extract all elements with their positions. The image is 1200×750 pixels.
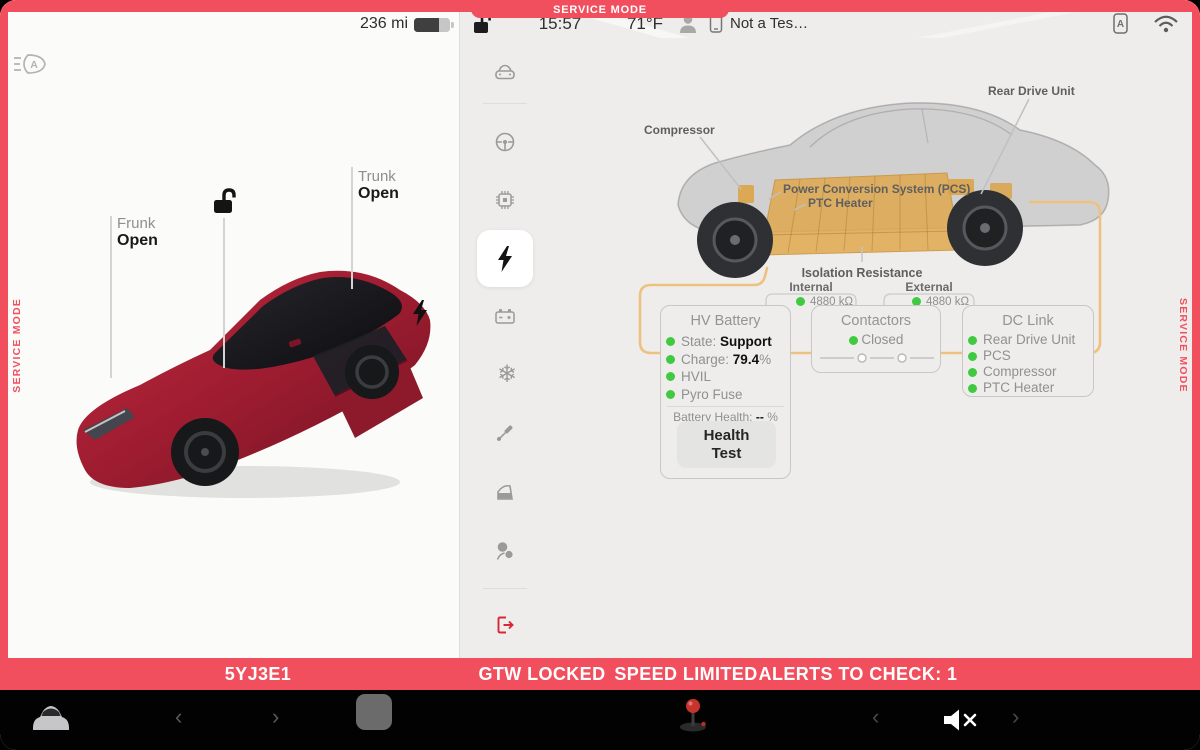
pyro-status-dot [666, 390, 675, 399]
contactor-schematic [818, 350, 936, 366]
vehicle-controls-icon[interactable] [28, 702, 74, 734]
service-mode-side-label: SERVICE MODE [1177, 298, 1189, 393]
vin-label: 5YJ3E1 [225, 658, 291, 690]
dc-link-row: Rear Drive Unit [963, 332, 1093, 348]
alert-gtw-locked: GTW LOCKED [479, 658, 606, 690]
frunk-label: Frunk [117, 215, 158, 232]
sidebar-divider [483, 103, 527, 104]
hv-pyro-row: Pyro Fuse [661, 386, 790, 404]
hv-hvil-row: HVIL [661, 368, 790, 386]
internal-status-dot [796, 297, 805, 306]
sidebar-item-airbag[interactable] [493, 539, 517, 563]
dc-link-row: PTC Heater [963, 380, 1093, 396]
frunk-leader-line [110, 216, 112, 378]
dc-link-row: PCS [963, 348, 1093, 364]
dc-link-row: Compressor [963, 364, 1093, 380]
svg-text:A: A [1117, 19, 1124, 30]
trunk-state: Open [358, 185, 399, 202]
hv-battery-panel: HV Battery State: Support Charge: 79.4% … [660, 305, 791, 479]
service-mode-banner: SERVICE MODE [471, 0, 729, 18]
range-readout[interactable]: 236 mi [330, 15, 408, 33]
sidebar-item-thermal[interactable]: ❄ [493, 361, 521, 389]
alert-alerts-to-check: ALERTS TO CHECK: 1 [759, 658, 958, 690]
device-a-icon[interactable]: A [1112, 12, 1129, 35]
dc-link-title: DC Link [963, 313, 1093, 329]
wifi-icon[interactable] [1152, 14, 1180, 33]
auto-headlight-icon: A [13, 51, 49, 77]
music-app-card [356, 694, 392, 730]
ptc-heater-label: PTC Heater [808, 196, 873, 210]
trunk-status[interactable]: Trunk Open [358, 168, 399, 202]
dc-status-dot [968, 368, 977, 377]
temp-up-arrow[interactable]: › [272, 706, 279, 728]
profile-name[interactable]: Not a Tes… [730, 15, 808, 32]
service-border-left [0, 0, 8, 658]
map-road [891, 12, 1100, 38]
trunk-leader-line [351, 167, 353, 289]
door-unlocked-icon[interactable] [211, 186, 241, 216]
panel-divider [667, 406, 784, 407]
battery-gauge-tip [451, 22, 454, 28]
frunk-status[interactable]: Frunk Open [117, 215, 158, 249]
hv-state-row: State: Support [661, 333, 790, 351]
contactors-panel: Contactors Closed [811, 305, 941, 373]
sidebar-item-doors[interactable] [493, 480, 517, 504]
sidebar-item-lv-battery[interactable] [493, 304, 517, 328]
contactors-status-dot [849, 336, 858, 345]
charge-port-icon[interactable] [412, 300, 428, 326]
rear-drive-unit-label: Rear Drive Unit [988, 84, 1075, 98]
lock-leader-line [223, 218, 225, 368]
battery-gauge-icon [414, 18, 450, 32]
trunk-label: Trunk [358, 168, 399, 185]
hv-charge-row: Charge: 79.4% [661, 351, 790, 369]
health-test-button[interactable]: Health Test [677, 421, 776, 468]
dc-status-dot [968, 336, 977, 345]
volume-muted-icon[interactable] [942, 707, 984, 733]
sidebar-item-exit-service[interactable] [493, 613, 517, 637]
service-alert-bar: 5YJ3E1 GTW LOCKED SPEED LIMITED ALERTS T… [0, 658, 1200, 690]
contactors-title: Contactors [812, 313, 940, 329]
sidebar-item-car[interactable] [493, 60, 517, 84]
service-mode-side-label: SERVICE MODE [11, 298, 23, 393]
compressor-label: Compressor [644, 123, 715, 137]
frunk-state: Open [117, 232, 158, 249]
charge-status-dot [666, 355, 675, 364]
isolation-resistance-title: Isolation Resistance [792, 266, 932, 280]
isolation-external-label: External [889, 280, 969, 294]
isolation-internal-label: Internal [771, 280, 851, 294]
joystick-app-icon[interactable] [673, 694, 713, 734]
temp-down-arrow[interactable]: ‹ [175, 706, 182, 728]
state-status-dot [666, 337, 675, 346]
dc-status-dot [968, 384, 977, 393]
sidebar-item-steering[interactable] [493, 130, 517, 154]
media-prev-arrow[interactable]: ‹ [872, 706, 879, 728]
service-border-right [1192, 0, 1200, 658]
app-dock: ‹ 69 › ♪ [0, 690, 1200, 750]
svg-text:A: A [30, 59, 38, 71]
vehicle-render [55, 248, 450, 513]
dc-status-dot [968, 352, 977, 361]
battery-gauge-fill [414, 18, 439, 32]
sidebar-divider [483, 588, 527, 589]
dc-link-panel: DC Link Rear Drive Unit PCS Compressor P… [962, 305, 1094, 397]
alert-speed-limited: SPEED LIMITED [614, 658, 757, 690]
pcs-label: Power Conversion System (PCS) [783, 182, 970, 196]
hvil-status-dot [666, 372, 675, 381]
high-voltage-icon [495, 245, 515, 273]
media-next-arrow[interactable]: › [1012, 706, 1019, 728]
device-bezel: 236 mi 15:57 71°F Not a Tes… A A [0, 0, 1200, 750]
sidebar-item-processor[interactable] [493, 188, 517, 212]
contactors-state-row: Closed [812, 332, 940, 347]
sidebar-item-suspension[interactable] [493, 421, 517, 445]
hv-battery-title: HV Battery [661, 313, 790, 329]
touchscreen: 236 mi 15:57 71°F Not a Tes… A A [0, 0, 1200, 750]
